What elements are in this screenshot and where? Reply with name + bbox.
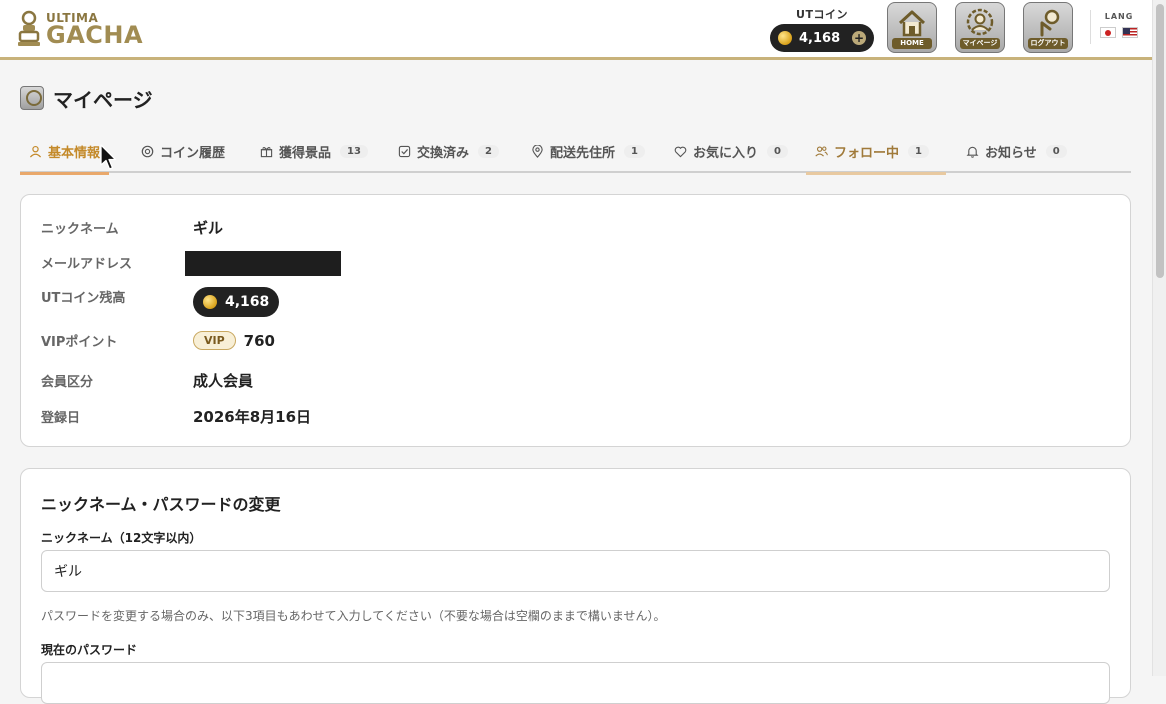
tab-count-badge: 0 [767, 145, 788, 158]
coin-icon [778, 31, 792, 45]
nickname-input[interactable] [41, 550, 1110, 592]
member-type-row: 会員区分 成人会員 [41, 370, 253, 391]
current-password-label: 現在のパスワード [41, 643, 138, 657]
vip-row: VIPポイント VIP 760 [41, 331, 275, 350]
japan-flag-icon[interactable] [1100, 27, 1116, 38]
tab-following[interactable]: フォロー中 1 [806, 130, 946, 175]
tab-count-badge: 1 [624, 145, 645, 158]
vip-badge: VIP [193, 331, 236, 350]
logout-button[interactable]: ログアウト [1023, 2, 1073, 53]
page-title: マイページ [20, 86, 153, 112]
tab-label: お気に入り [693, 146, 759, 161]
user-icon [29, 145, 42, 158]
vip-label: VIPポイント [41, 335, 118, 350]
vip-points-value: 760 [243, 331, 275, 350]
member-type-value: 成人会員 [193, 372, 254, 390]
check-square-icon [398, 145, 411, 158]
tab-label: フォロー中 [834, 146, 900, 161]
location-pin-icon [532, 145, 543, 158]
email-row: メールアドレス [41, 253, 193, 272]
gift-icon [260, 146, 273, 158]
header-coin-balance: UTコイン 4,168 + [770, 6, 874, 52]
balance-pill: 4,168 [193, 287, 280, 317]
scrollbar-thumb[interactable] [1156, 4, 1164, 278]
form-title: ニックネーム・パスワードの変更 [41, 495, 281, 514]
registered-row: 登録日 2026年8月16日 [41, 406, 311, 427]
users-icon [815, 146, 828, 157]
tab-coin-history[interactable]: コイン履歴 [132, 130, 234, 173]
mypage-icon [966, 8, 994, 36]
page-scrollbar[interactable] [1152, 0, 1166, 676]
heart-icon [674, 146, 687, 158]
tab-label: 交換済み [417, 146, 470, 161]
logo-emblem-icon [18, 10, 40, 46]
coin-outline-icon [141, 145, 154, 158]
balance-value: 4,168 [225, 294, 270, 310]
language-switcher: LANG [1096, 12, 1142, 38]
coin-amount: 4,168 [799, 30, 841, 46]
basic-info-card: ニックネーム ギル メールアドレス UTコイン残高 4,168 VIPポイント … [20, 194, 1131, 447]
mypage-tabs: 基本情報 コイン履歴 獲得景品 13 交換済み 2 配送先住所 1 お気に入り … [20, 130, 1131, 175]
tab-basic-info[interactable]: 基本情報 [20, 130, 110, 175]
logout-button-label: ログアウト [1028, 38, 1068, 49]
balance-row: UTコイン残高 [41, 287, 193, 306]
tab-favorites[interactable]: お気に入り 0 [665, 130, 797, 173]
registered-label: 登録日 [41, 411, 81, 426]
member-type-label: 会員区分 [41, 375, 94, 390]
top-header: ULTIMA GACHA UTコイン 4,168 + HOME マイページ ログ… [0, 0, 1152, 60]
ultima-gacha-logo[interactable]: ULTIMA GACHA [16, 9, 148, 49]
current-password-input[interactable] [41, 662, 1110, 704]
logo-text-big: GACHA [46, 21, 144, 49]
tab-count-badge: 0 [1045, 145, 1067, 158]
tab-count-badge: 1 [908, 145, 929, 158]
nickname-value: ギル [193, 219, 224, 237]
password-hint: パスワードを変更する場合のみ、以下3項目もあわせて入力してください（不要な場合は… [41, 609, 666, 623]
coin-pill: 4,168 + [770, 24, 874, 52]
tab-shipping-address[interactable]: 配送先住所 1 [522, 130, 654, 173]
nickname-password-card: ニックネーム・パスワードの変更 ニックネーム（12文字以内） パスワードを変更す… [20, 468, 1131, 704]
lang-divider [1090, 10, 1091, 44]
nickname-label: ニックネーム [41, 222, 119, 237]
tab-count-badge: 13 [340, 145, 368, 158]
nickname-field-label: ニックネーム（12文字以内） [41, 531, 202, 545]
logout-icon [1040, 9, 1060, 37]
tab-label: コイン履歴 [160, 146, 226, 161]
tab-notifications[interactable]: お知らせ 0 [957, 130, 1076, 173]
email-label: メールアドレス [41, 257, 133, 272]
mypage-title-icon [20, 86, 44, 110]
nickname-row: ニックネーム ギル [41, 217, 223, 238]
tab-label: 基本情報 [48, 146, 101, 161]
tab-exchanged[interactable]: 交換済み 2 [389, 130, 508, 173]
registered-value: 2026年8月16日 [193, 408, 312, 426]
home-icon [898, 10, 926, 37]
tab-label: 配送先住所 [550, 146, 616, 161]
page-title-text: マイページ [53, 87, 153, 112]
lang-label: LANG [1104, 12, 1134, 21]
balance-label: UTコイン残高 [41, 291, 126, 306]
redacted-email [185, 251, 341, 276]
tab-label: 獲得景品 [279, 146, 332, 161]
home-button[interactable]: HOME [887, 2, 937, 53]
add-coin-button[interactable]: + [852, 31, 866, 45]
mypage-button[interactable]: マイページ [955, 2, 1005, 53]
mypage-button-label: マイページ [960, 38, 1000, 49]
bell-icon [966, 146, 979, 158]
us-flag-icon[interactable] [1122, 27, 1138, 38]
coin-icon [203, 295, 217, 309]
tab-label: お知らせ [985, 146, 1037, 161]
coin-label: UTコイン [796, 8, 848, 21]
tab-count-badge: 2 [478, 145, 499, 158]
home-button-label: HOME [892, 38, 932, 49]
tab-prizes[interactable]: 獲得景品 13 [251, 130, 377, 173]
